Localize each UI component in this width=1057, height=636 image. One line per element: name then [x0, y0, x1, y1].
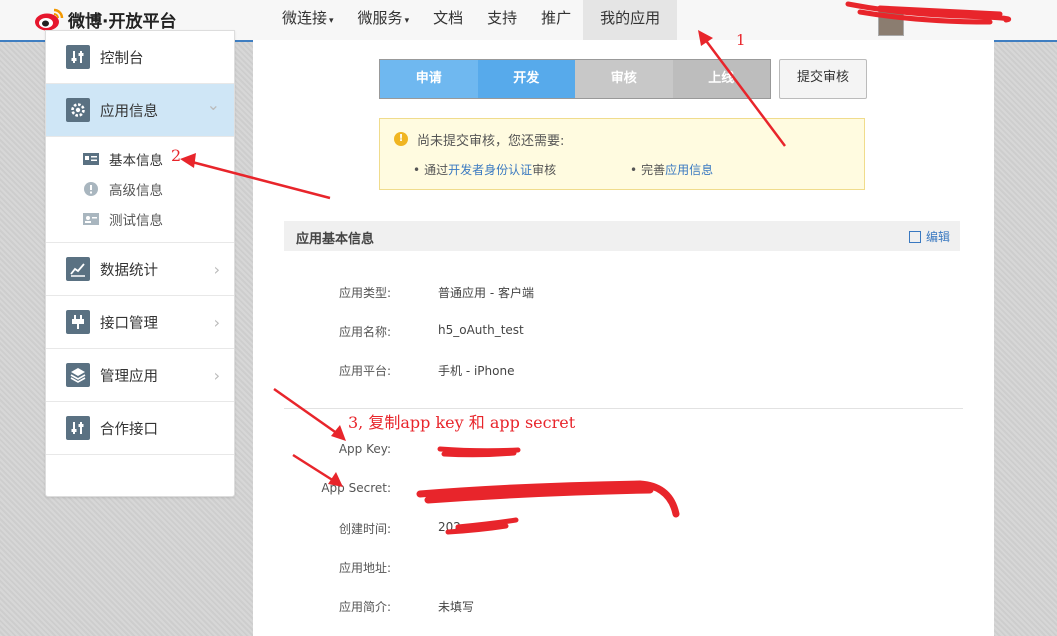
logo-title: 微博·开放平台	[68, 11, 177, 32]
field-app-secret: App Secret:	[313, 481, 913, 501]
section-title: 应用基本信息	[296, 232, 375, 247]
chevron-down-icon: ▾	[329, 16, 334, 26]
user-avatar[interactable]	[878, 10, 904, 36]
step-online: 上线	[672, 60, 770, 98]
field-label: 应用地址:	[338, 561, 391, 575]
sidebar-item-label: 接口管理	[100, 315, 158, 332]
field-app-key: App Key:	[313, 442, 913, 462]
plug-icon	[66, 310, 90, 334]
progress-steps: 申请 开发 审核 上线	[379, 59, 771, 99]
sidebar-item-manage-apps[interactable]: 管理应用 ›	[46, 349, 234, 402]
nav-item-wei-service[interactable]: 微服务 ▾	[346, 0, 422, 40]
field-app-name: 应用名称: h5_oAuth_test	[313, 323, 913, 343]
sidebar-item-console[interactable]: 控制台	[46, 31, 234, 84]
weibo-logo-icon	[35, 8, 64, 31]
field-label: 应用类型:	[338, 286, 391, 300]
field-value: 普通应用 - 客户端	[438, 286, 534, 300]
sidebar-item-label: 合作接口	[100, 421, 158, 438]
chevron-down-icon: ⌄	[206, 95, 220, 114]
sidebar-subitem-advanced-info[interactable]: 高级信息	[46, 174, 234, 204]
field-app-url: 应用地址:	[313, 559, 913, 579]
sidebar-subitem-basic-info[interactable]: 基本信息	[46, 144, 234, 174]
nav-item-wei-connect[interactable]: 微连接 ▾	[270, 0, 346, 40]
subitem-label: 测试信息	[109, 213, 163, 229]
chevron-down-icon: ▾	[404, 16, 410, 26]
edit-label: 编辑	[925, 230, 950, 244]
edit-icon	[908, 230, 921, 243]
nav-item-my-apps[interactable]: 我的应用	[583, 0, 678, 40]
step-review: 审核	[575, 60, 673, 98]
weibo-open-platform-logo[interactable]: 微博·开放平台	[34, 5, 176, 33]
sidebar-item-label: 应用信息	[100, 103, 158, 120]
sidebar-item-label: 控制台	[100, 50, 144, 67]
nav-label: 微服务	[357, 9, 403, 27]
field-value: 未填写	[438, 600, 475, 614]
bullet: •	[413, 163, 421, 177]
chart-icon	[66, 257, 90, 281]
chevron-right-icon: ›	[213, 312, 220, 332]
nav-label: 我的应用	[600, 9, 661, 27]
user-card-icon	[83, 212, 99, 226]
notice-text: 通过	[424, 163, 449, 177]
field-label: App Key:	[338, 442, 391, 456]
nav-item-docs[interactable]: 文档	[421, 0, 475, 40]
review-notice: ! 尚未提交审核，您还需要: • 通过开发者身份认证审核 • 完善应用信息	[379, 118, 865, 190]
sidebar-item-statistics[interactable]: 数据统计 ›	[46, 243, 234, 296]
gear-icon	[66, 98, 90, 122]
sidebar: 控制台 应用信息 ⌄ 基本信息 高级信息 测试信息 数据统计 › 接口管理 › …	[45, 30, 235, 497]
chevron-right-icon: ›	[213, 365, 220, 385]
field-app-type: 应用类型: 普通应用 - 客户端	[313, 284, 913, 304]
field-created-time: 创建时间: 202	[313, 520, 913, 540]
field-label: 应用平台:	[338, 364, 391, 378]
field-value: h5_oAuth_test	[438, 323, 524, 337]
nav-item-support[interactable]: 支持	[475, 0, 529, 40]
bullet: •	[630, 163, 638, 177]
sidebar-item-label: 管理应用	[100, 368, 158, 385]
edit-button[interactable]: 编辑	[908, 228, 950, 245]
chevron-right-icon: ›	[213, 259, 220, 279]
sidebar-item-label: 数据统计	[100, 262, 158, 279]
step-apply: 申请	[380, 60, 478, 98]
field-value: 202	[438, 520, 461, 534]
subitem-label: 高级信息	[109, 183, 163, 199]
nav-label: 支持	[487, 9, 518, 27]
field-app-description: 应用简介: 未填写	[313, 598, 913, 618]
nav-label: 推广	[541, 9, 572, 27]
main-content: 申请 开发 审核 上线 提交审核 ! 尚未提交审核，您还需要: • 通过开发者身份…	[253, 40, 994, 636]
subitem-label: 基本信息	[109, 153, 163, 169]
section-header: 应用基本信息 编辑	[284, 221, 960, 251]
field-label: 应用简介:	[338, 600, 391, 614]
field-label: 创建时间:	[338, 522, 391, 536]
app-info-link[interactable]: 应用信息	[665, 163, 713, 177]
notice-item-app-info: • 完善应用信息	[630, 161, 713, 178]
main-nav: 微连接 ▾ 微服务 ▾ 文档 支持 推广 我的应用	[270, 0, 678, 40]
sliders-icon	[66, 416, 90, 440]
notice-item-identity: • 通过开发者身份认证审核	[413, 161, 556, 178]
submit-review-button[interactable]: 提交审核	[779, 59, 867, 99]
sidebar-subitem-test-info[interactable]: 测试信息	[46, 204, 234, 234]
nav-label: 文档	[433, 9, 464, 27]
warning-icon: !	[394, 132, 408, 146]
layers-icon	[66, 363, 90, 387]
nav-item-promotion[interactable]: 推广	[529, 0, 583, 40]
step-develop: 开发	[477, 60, 575, 98]
field-value: 手机 - iPhone	[438, 364, 515, 378]
field-app-platform: 应用平台: 手机 - iPhone	[313, 362, 913, 382]
field-label: App Secret:	[321, 481, 391, 495]
notice-title: 尚未提交审核，您还需要:	[417, 134, 565, 149]
sliders-icon	[66, 45, 90, 69]
sidebar-item-partner-api[interactable]: 合作接口	[46, 402, 234, 455]
section-divider	[284, 408, 963, 409]
info-icon	[83, 182, 99, 196]
card-icon	[83, 152, 99, 166]
field-label: 应用名称:	[338, 325, 391, 339]
notice-text: 审核	[532, 163, 557, 177]
sidebar-item-api-management[interactable]: 接口管理 ›	[46, 296, 234, 349]
sidebar-item-app-info[interactable]: 应用信息 ⌄	[46, 84, 234, 137]
notice-text: 完善	[641, 163, 666, 177]
nav-label: 微连接	[282, 9, 328, 27]
developer-auth-link[interactable]: 开发者身份认证	[448, 163, 532, 177]
